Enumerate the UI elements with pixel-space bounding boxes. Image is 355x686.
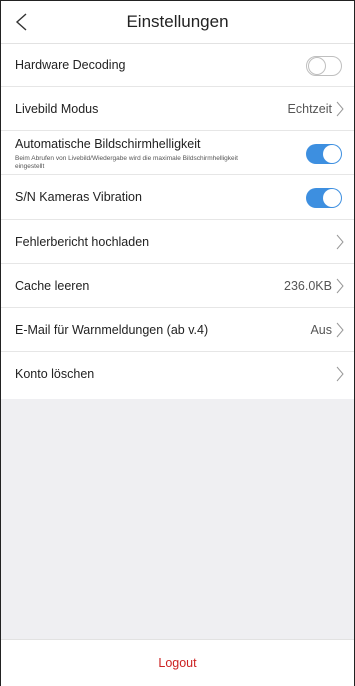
setting-label: E-Mail für Warnmeldungen (ab v.4): [15, 323, 209, 337]
setting-alert-email[interactable]: E-Mail für Warnmeldungen (ab v.4) Aus: [1, 308, 354, 352]
chevron-right-icon: [336, 278, 344, 294]
toggle-knob: [323, 145, 341, 163]
page-title: Einstellungen: [126, 12, 229, 31]
toggle-knob: [323, 189, 341, 207]
setting-description: Beim Abrufen von Livebild/Wiedergabe wir…: [15, 155, 238, 170]
setting-value: Aus: [310, 323, 332, 337]
setting-label: S/N Kameras Vibration: [15, 190, 142, 204]
chevron-right-icon: [336, 234, 344, 250]
setting-auto-brightness: Automatische Bildschirmhelligkeit Beim A…: [1, 131, 354, 175]
app-frame: Einstellungen Hardware Decoding Livebild…: [0, 0, 355, 686]
setting-label: Automatische Bildschirmhelligkeit: [15, 137, 201, 151]
chevron-right-icon: [336, 366, 344, 382]
setting-value: Echtzeit: [287, 102, 332, 116]
chevron-left-icon[interactable]: [13, 12, 31, 32]
setting-label: Hardware Decoding: [15, 58, 126, 72]
camera-vibration-toggle[interactable]: [306, 188, 342, 208]
setting-value: 236.0KB: [284, 279, 332, 293]
setting-error-report[interactable]: Fehlerbericht hochladen: [1, 220, 354, 264]
auto-brightness-toggle[interactable]: [306, 144, 342, 164]
setting-livebild-modus[interactable]: Livebild Modus Echtzeit: [1, 87, 354, 131]
toggle-knob: [308, 57, 326, 75]
setting-label: Konto löschen: [15, 367, 95, 381]
setting-delete-account[interactable]: Konto löschen: [1, 352, 354, 399]
header-bar: Einstellungen: [1, 1, 354, 44]
logout-bar: Logout: [1, 639, 354, 686]
hardware-decoding-toggle[interactable]: [306, 56, 342, 76]
setting-camera-vibration: S/N Kameras Vibration: [1, 175, 354, 220]
setting-label: Fehlerbericht hochladen: [15, 235, 150, 249]
setting-hardware-decoding: Hardware Decoding: [1, 44, 354, 87]
setting-label: Livebild Modus: [15, 102, 99, 116]
setting-clear-cache[interactable]: Cache leeren 236.0KB: [1, 264, 354, 308]
chevron-right-icon: [336, 101, 344, 117]
empty-area: [1, 399, 354, 639]
setting-label: Cache leeren: [15, 279, 90, 293]
chevron-right-icon: [336, 322, 344, 338]
logout-button[interactable]: Logout: [158, 656, 196, 670]
